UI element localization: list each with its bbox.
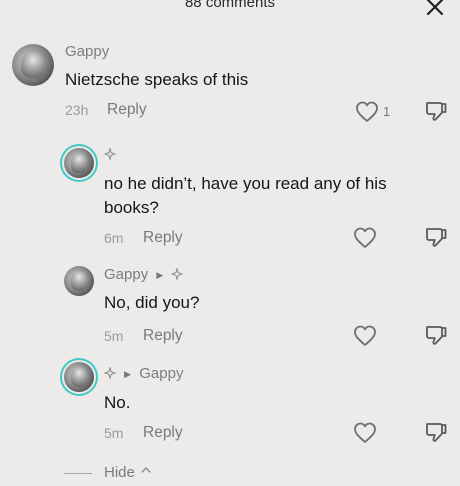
comment-time: 23h: [65, 102, 89, 118]
comment-username-text: Gappy: [104, 266, 149, 283]
reply-item: Gappy ▶ No, did you? 5m Reply: [0, 260, 460, 350]
flair-icon: [171, 268, 184, 280]
reply-arrow-icon: ▶: [156, 270, 164, 280]
avatar[interactable]: [64, 148, 94, 178]
comments-count-title: 88 comments: [184, 0, 276, 11]
avatar[interactable]: [12, 44, 54, 86]
heart-icon[interactable]: [353, 422, 377, 444]
flair-icon: [104, 367, 116, 379]
avatar[interactable]: [64, 362, 94, 392]
avatar[interactable]: [64, 266, 94, 296]
dislike-icon[interactable]: [424, 100, 448, 124]
reply-button[interactable]: Reply: [143, 229, 183, 247]
reply-button[interactable]: Reply: [107, 101, 147, 119]
comment-text: Nietzsche speaks of this: [65, 70, 249, 89]
comment-username[interactable]: [104, 146, 116, 163]
reply-button[interactable]: Reply: [143, 424, 183, 442]
comment-item: Gappy Nietzsche speaks of this 23h Reply…: [0, 40, 460, 130]
comment-username[interactable]: ▶ Gappy: [104, 365, 183, 382]
hide-divider: [64, 473, 92, 474]
reply-item: ▶ Gappy No. 5m Reply: [0, 355, 460, 450]
comment-text: No.: [104, 393, 131, 412]
comment-username[interactable]: Gappy: [65, 43, 109, 60]
reply-button[interactable]: Reply: [143, 327, 183, 345]
comment-time: 5m: [104, 328, 124, 344]
heart-icon[interactable]: [355, 101, 379, 123]
close-button[interactable]: [424, 0, 446, 18]
heart-icon[interactable]: [353, 227, 377, 249]
comments-header: 88 comments: [0, 0, 460, 20]
flair-icon: [104, 148, 116, 160]
close-icon: [426, 0, 444, 16]
reply-to-username[interactable]: Gappy: [139, 365, 183, 382]
like-count: 1: [383, 104, 391, 119]
chevron-up-icon[interactable]: [140, 465, 152, 475]
comment-text: no he didn’t, have you read any of his b…: [104, 174, 387, 217]
reply-item: no he didn’t, have you read any of his b…: [0, 140, 460, 255]
comment-time: 5m: [104, 425, 124, 441]
comment-text: No, did you?: [104, 293, 200, 312]
reply-arrow-icon: ▶: [124, 369, 132, 379]
comment-username[interactable]: Gappy ▶: [104, 266, 184, 283]
dislike-icon[interactable]: [424, 226, 448, 250]
hide-replies-button[interactable]: Hide: [104, 464, 135, 481]
heart-icon[interactable]: [353, 325, 377, 347]
comment-time: 6m: [104, 230, 124, 246]
dislike-icon[interactable]: [424, 324, 448, 348]
dislike-icon[interactable]: [424, 421, 448, 445]
